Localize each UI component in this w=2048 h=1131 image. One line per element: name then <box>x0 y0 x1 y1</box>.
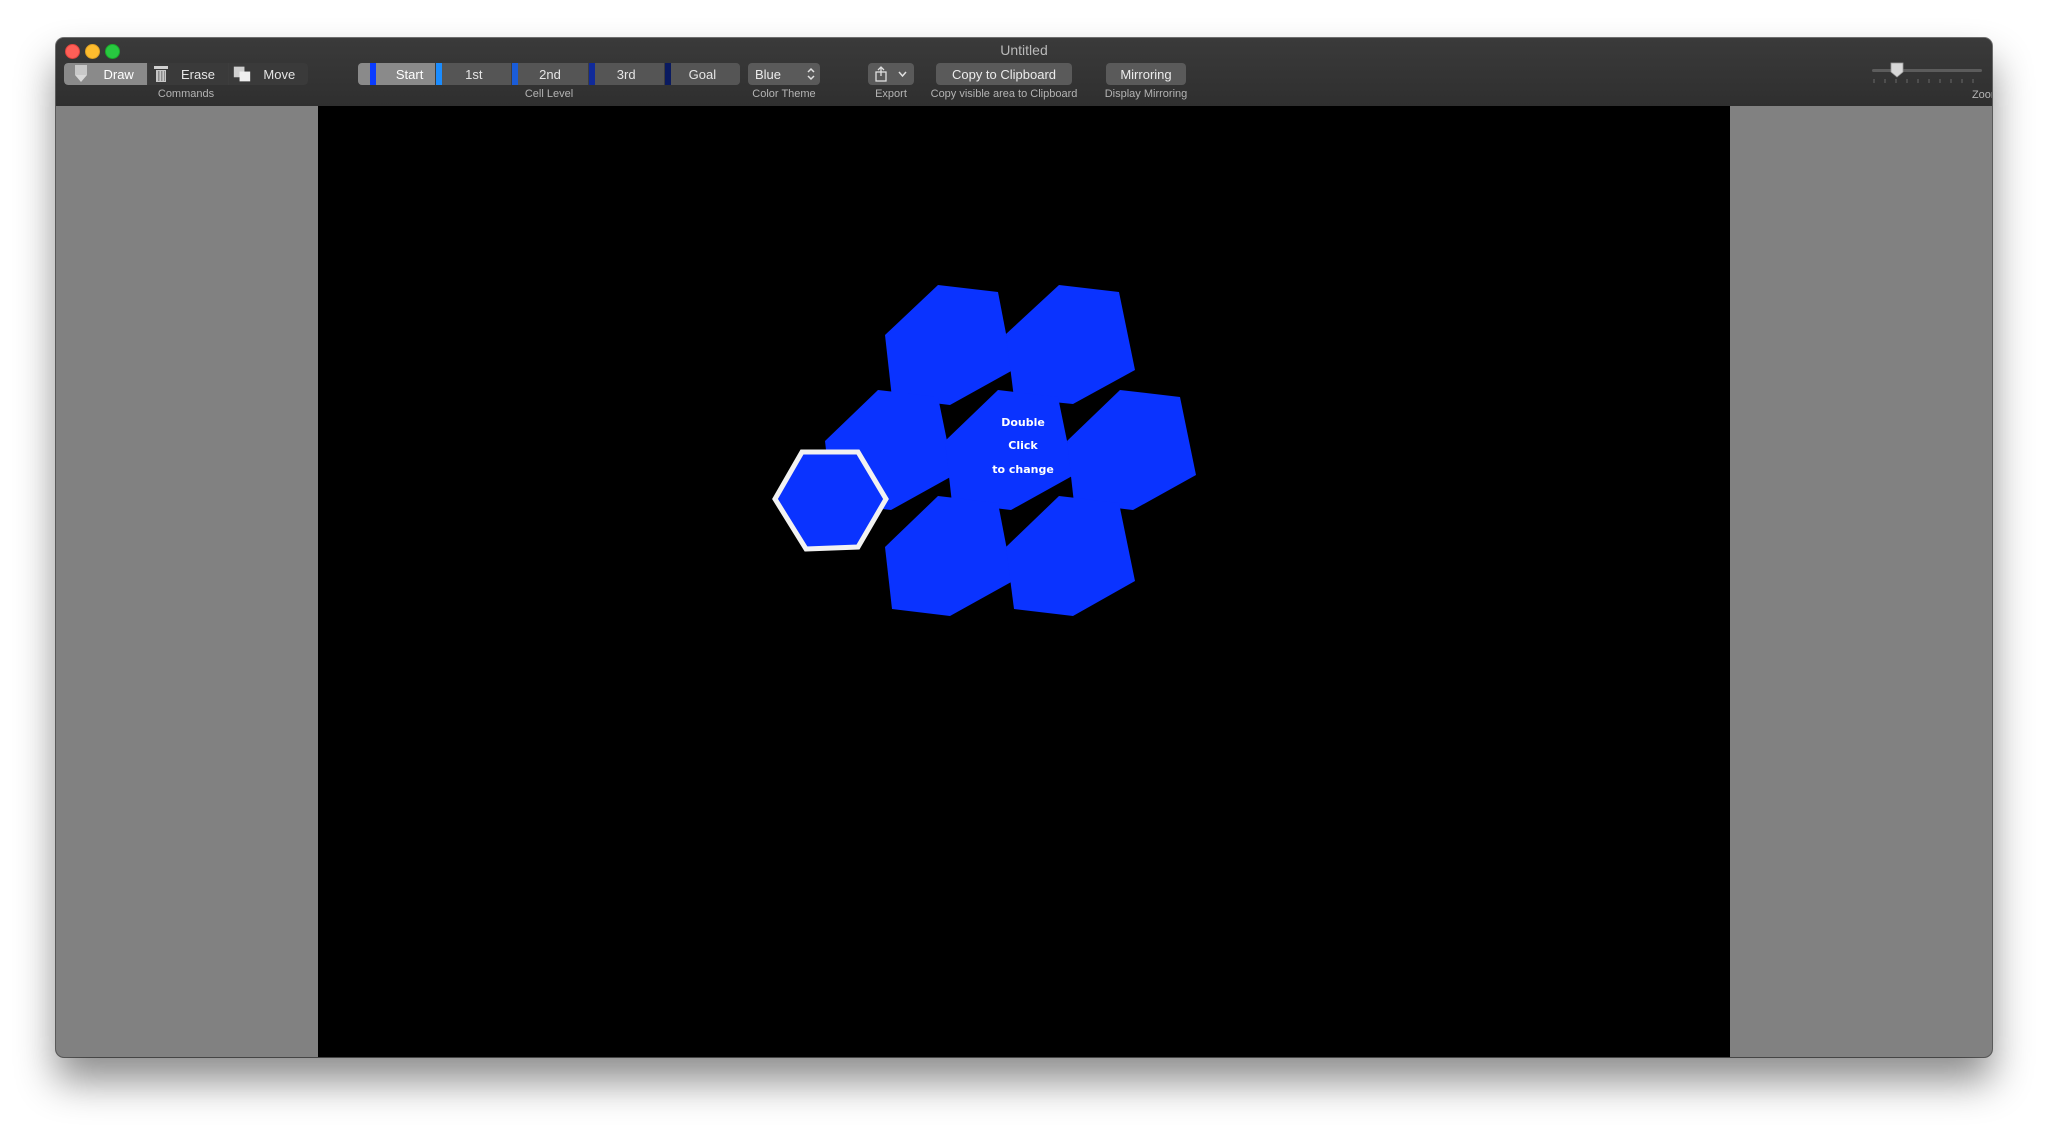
mirroring-caption: Display Mirroring <box>1104 88 1188 100</box>
hex-cell-top-right[interactable] <box>1006 285 1135 404</box>
level-3rd-button[interactable]: 3rd <box>588 63 665 85</box>
draw-button[interactable]: Draw <box>64 63 149 85</box>
hint-line-3: to change <box>992 463 1054 476</box>
level-start-swatch <box>370 63 376 85</box>
move-button[interactable]: Move <box>228 63 308 85</box>
level-1st-button[interactable]: 1st <box>436 63 513 85</box>
share-icon <box>875 66 887 82</box>
color-theme-group: Blue Color Theme <box>748 63 838 101</box>
title-bar: Untitled Draw Erase Move Commands Start … <box>56 38 1992 107</box>
hint-line-2: Click <box>1008 439 1038 452</box>
export-group: Export <box>868 63 914 101</box>
level-3rd-label: 3rd <box>616 66 636 82</box>
copy-to-clipboard-button[interactable]: Copy to Clipboard <box>936 63 1072 85</box>
color-theme-select[interactable]: Blue <box>748 63 820 85</box>
erase-button[interactable]: Erase <box>148 63 229 85</box>
hex-cell-bottom-center[interactable] <box>885 496 1013 616</box>
color-theme-value: Blue <box>755 66 782 82</box>
hex-cell-mid-right[interactable] <box>1067 390 1196 510</box>
zoom-slider-track[interactable] <box>1872 69 1982 72</box>
level-2nd-label: 2nd <box>539 66 561 82</box>
drawing-canvas[interactable]: Double Click to change <box>318 106 1730 1057</box>
level-2nd-swatch <box>512 63 519 85</box>
color-theme-caption: Color Theme <box>752 88 816 100</box>
draw-label: Draw <box>103 66 134 82</box>
hex-cell-bottom-left-selected[interactable] <box>772 449 889 552</box>
erase-label: Erase <box>181 66 215 82</box>
level-start-label: Start <box>395 66 424 82</box>
level-1st-swatch <box>436 63 443 85</box>
hex-cell-top-left[interactable] <box>885 285 1013 405</box>
window-title: Untitled <box>1000 42 1048 58</box>
up-down-chevron-icon <box>807 67 815 81</box>
chevron-down-icon <box>898 71 907 78</box>
left-gutter <box>56 106 318 1057</box>
pencil-icon <box>75 65 87 82</box>
hint-line-1: Double <box>1001 416 1045 429</box>
hex-cell-bottom-right[interactable] <box>1006 496 1135 616</box>
copy-group: Copy to Clipboard Copy visible area to C… <box>924 63 1077 101</box>
export-button[interactable] <box>868 63 914 85</box>
commands-group: Draw Erase Move Commands <box>64 63 308 101</box>
hex-grid[interactable]: Double Click to change <box>318 106 1730 1057</box>
export-caption: Export <box>875 88 907 100</box>
zoom-caption: Zoom <box>1971 89 1992 101</box>
level-goal-swatch <box>664 63 671 85</box>
mirroring-button[interactable]: Mirroring <box>1106 63 1186 85</box>
level-goal-button[interactable]: Goal <box>664 63 740 85</box>
cell-level-group: Start 1st 2nd 3rd Goal Cell Level <box>358 63 740 101</box>
move-label: Move <box>263 66 296 82</box>
zoom-slider-thumb[interactable] <box>1890 62 1904 78</box>
cell-level-caption: Cell Level <box>524 88 574 100</box>
mirroring-group: Mirroring Display Mirroring <box>1092 63 1192 101</box>
level-3rd-swatch <box>588 63 595 85</box>
level-1st-label: 1st <box>465 66 483 82</box>
commands-caption: Commands <box>157 88 215 100</box>
level-goal-label: Goal <box>688 66 717 82</box>
right-gutter <box>1730 106 1992 1057</box>
app-window: Untitled Draw Erase Move Commands Start … <box>56 38 1992 1057</box>
level-2nd-button[interactable]: 2nd <box>512 63 589 85</box>
zoom-slider-ticks <box>1873 79 1974 83</box>
trash-icon <box>154 66 169 82</box>
copy-caption: Copy visible area to Clipboard <box>930 88 1078 100</box>
move-icon <box>233 66 250 82</box>
level-start-button[interactable]: Start <box>358 63 437 85</box>
